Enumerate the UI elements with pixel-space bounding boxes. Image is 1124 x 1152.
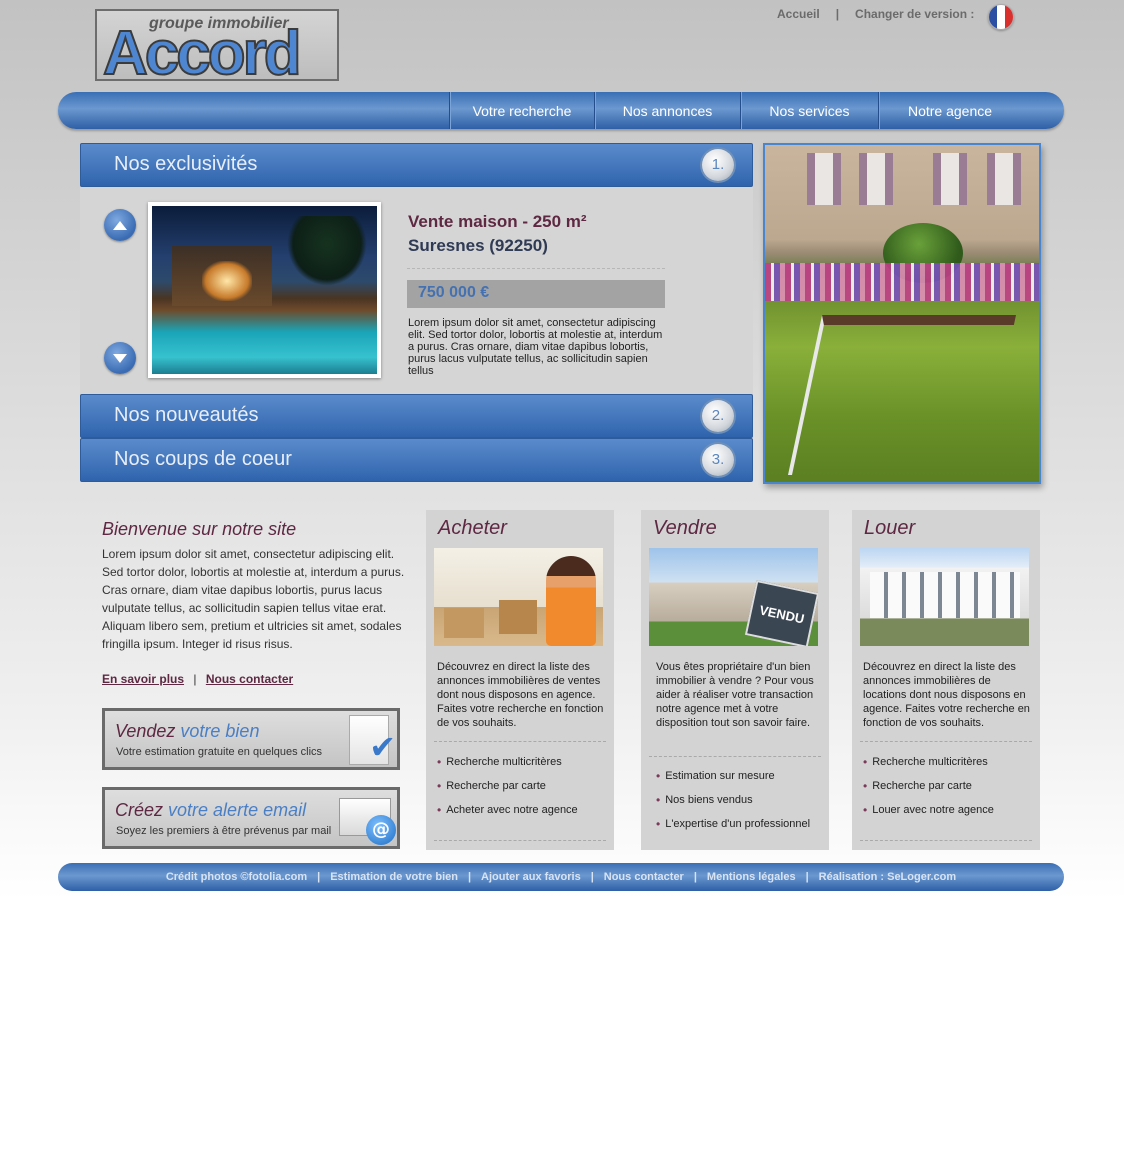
arrow-up-icon <box>113 220 127 230</box>
card-description: Découvrez en direct la liste des annonce… <box>863 661 1030 729</box>
change-version-link[interactable]: Changer de version : <box>855 7 974 21</box>
logo-wordmark: Accord <box>102 19 303 88</box>
accordion-title: Nos exclusivités <box>114 153 258 175</box>
accordion-header-coups-de-coeur[interactable]: Nos coups de coeur 3. <box>80 438 753 482</box>
featured-property-photo[interactable] <box>148 202 381 378</box>
promo-title: Créez votre alerte email <box>115 800 306 821</box>
footer-link-contact[interactable]: Nous contacter <box>604 871 684 883</box>
promo-title-verb: Vendez <box>115 721 176 741</box>
welcome-text: Lorem ipsum dolor sit amet, consectetur … <box>102 547 405 651</box>
divider <box>434 840 606 841</box>
card-description: Découvrez en direct la liste des annonce… <box>437 661 604 729</box>
french-flag-icon[interactable] <box>988 4 1014 30</box>
top-links-separator: | <box>835 7 840 21</box>
card-link-list: Recherche multicritères Recherche par ca… <box>437 750 613 822</box>
link-separator: | <box>193 672 197 686</box>
apartment-building-image <box>860 548 1029 646</box>
card-link[interactable]: Recherche multicritères <box>437 750 613 774</box>
welcome-links: En savoir plus | Nous contacter <box>102 672 293 686</box>
nav-notre-agence[interactable]: Notre agence <box>878 92 1021 129</box>
property-title[interactable]: Vente maison - 250 m² <box>408 212 587 232</box>
pool-house-image <box>152 206 377 374</box>
accordion-number-badge: 1. <box>702 149 734 181</box>
footer-link-estimation[interactable]: Estimation de votre bien <box>330 871 458 883</box>
learn-more-link[interactable]: En savoir plus <box>102 672 184 686</box>
footer-separator: | <box>317 871 321 883</box>
promo-title-object: votre alerte email <box>168 800 307 820</box>
card-acheter: Acheter Découvrez en direct la liste des… <box>426 510 614 850</box>
divider <box>649 756 821 757</box>
divider <box>434 741 606 742</box>
card-title[interactable]: Louer <box>864 517 915 540</box>
house-sold-image: VENDU <box>649 548 818 646</box>
card-link[interactable]: Recherche par carte <box>437 774 613 798</box>
top-links: Accueil | Changer de version : <box>777 7 974 21</box>
divider <box>860 840 1032 841</box>
card-louer: Louer Découvrez en direct la liste des a… <box>852 510 1040 850</box>
footer-link-favorites[interactable]: Ajouter aux favoris <box>481 871 581 883</box>
promo-title-verb: Créez <box>115 800 164 820</box>
promo-title-object: votre bien <box>180 721 260 741</box>
accordion-title: Nos coups de coeur <box>114 448 292 470</box>
nav-votre-recherche[interactable]: Votre recherche <box>449 92 594 129</box>
footer-link-credit-seloger[interactable]: Réalisation : SeLoger.com <box>819 871 957 883</box>
welcome-title: Bienvenue sur notre site <box>102 519 297 539</box>
card-title[interactable]: Acheter <box>438 517 507 540</box>
footer-separator: | <box>590 871 594 883</box>
card-link[interactable]: Nos biens vendus <box>656 788 832 812</box>
footer-separator: | <box>693 871 697 883</box>
footer-link-legal[interactable]: Mentions légales <box>707 871 796 883</box>
card-vendre: Vendre VENDU Vous êtes propriétaire d'un… <box>641 510 829 850</box>
card-link[interactable]: L'expertise d'un professionnel <box>656 812 832 836</box>
property-description: Lorem ipsum dolor sit amet, consectetur … <box>408 317 663 377</box>
promo-title: Vendez votre bien <box>115 721 259 742</box>
card-title[interactable]: Vendre <box>653 517 717 540</box>
card-link-list: Estimation sur mesure Nos biens vendus L… <box>656 764 832 836</box>
promo-subtitle: Votre estimation gratuite en quelques cl… <box>116 746 323 758</box>
nav-nos-annonces[interactable]: Nos annonces <box>594 92 740 129</box>
accordion-number-badge: 2. <box>702 400 734 432</box>
sell-property-banner[interactable]: Vendez votre bien Votre estimation gratu… <box>102 708 400 770</box>
logo[interactable]: groupe immobilier Accord <box>95 9 339 86</box>
nav-nos-services[interactable]: Nos services <box>740 92 878 129</box>
accordion-title: Nos nouveautés <box>114 404 259 426</box>
email-alert-banner[interactable]: Créez votre alerte email Soyez les premi… <box>102 787 400 849</box>
sold-sign: VENDU <box>744 579 818 646</box>
price-box: 750 000 € <box>407 280 665 308</box>
document-check-icon: ✔ <box>349 715 396 766</box>
divider <box>860 741 1032 742</box>
promo-subtitle: Soyez les premiers à être prévenus par m… <box>116 825 332 837</box>
card-link[interactable]: Recherche multicritères <box>863 750 1039 774</box>
accordion-header-exclusivites[interactable]: Nos exclusivités 1. <box>80 143 753 187</box>
accordion-number-badge: 3. <box>702 444 734 476</box>
card-link[interactable]: Acheter avec notre agence <box>437 798 613 822</box>
accordion-header-nouveautes[interactable]: Nos nouveautés 2. <box>80 394 753 438</box>
email-icon: @ <box>339 798 396 845</box>
garden-hero-image <box>763 143 1041 484</box>
footer-separator: | <box>467 871 472 883</box>
footer-separator: | <box>805 871 809 883</box>
divider <box>407 268 665 269</box>
card-description: Vous êtes propriétaire d'un bien immobil… <box>656 661 814 729</box>
scroll-up-button[interactable] <box>104 209 136 241</box>
arrow-down-icon <box>113 353 127 363</box>
home-link[interactable]: Accueil <box>777 7 820 21</box>
contact-link[interactable]: Nous contacter <box>206 672 293 686</box>
couple-moving-image <box>434 548 603 646</box>
property-location: Suresnes (92250) <box>408 236 548 255</box>
card-link[interactable]: Louer avec notre agence <box>863 798 1039 822</box>
footer-links: Crédit photos ©fotolia.com | Estimation … <box>58 863 1064 891</box>
main-nav: Votre recherche Nos annonces Nos service… <box>449 92 1021 129</box>
footer-link-credits[interactable]: Crédit photos ©fotolia.com <box>166 871 307 883</box>
scroll-down-button[interactable] <box>104 342 136 374</box>
card-link-list: Recherche multicritères Recherche par ca… <box>863 750 1039 822</box>
property-price: 750 000 € <box>418 284 490 301</box>
card-link[interactable]: Recherche par carte <box>863 774 1039 798</box>
card-link[interactable]: Estimation sur mesure <box>656 764 832 788</box>
